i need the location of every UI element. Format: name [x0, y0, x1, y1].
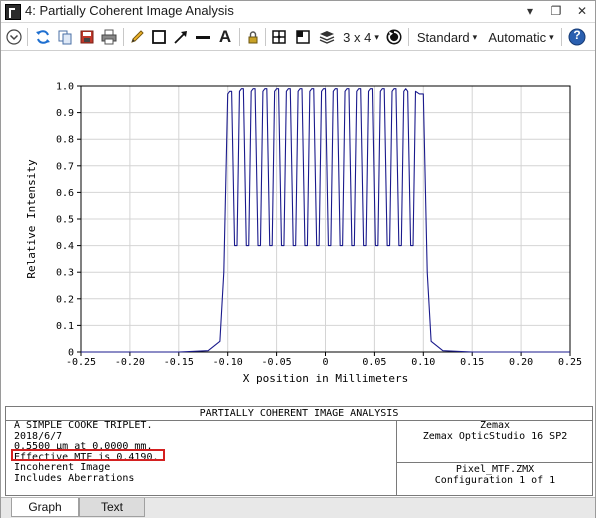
x-tick-label: 0.25: [558, 357, 582, 368]
info-line: Incoherent Image: [14, 462, 111, 473]
info-vendor: Zemax: [479, 420, 511, 431]
layout-select[interactable]: 3 x 4 ▾: [341, 27, 381, 47]
automatic-dropdown[interactable]: Automatic ▾: [485, 27, 557, 47]
auto-apply-icon[interactable]: [384, 27, 404, 47]
y-tick-label: 1.0: [56, 82, 74, 93]
tab-bar: Graph Text: [1, 497, 595, 518]
chevron-down-icon: ▾: [374, 31, 379, 42]
info-panel: PARTIALLY COHERENT IMAGE ANALYSIS A SIMP…: [5, 406, 593, 496]
app-icon: [5, 4, 21, 20]
title-bar: 4: Partially Coherent Image Analysis ▾ ❐…: [1, 1, 595, 23]
window-title: 4: Partially Coherent Image Analysis: [25, 3, 234, 18]
window-layout-icon[interactable]: [293, 27, 313, 47]
y-tick-label: 0.9: [56, 108, 74, 119]
y-tick-label: 0: [68, 348, 74, 359]
toolbar: A 3 x 4 ▾ Standard ▾ Automatic ▾ ?: [1, 23, 595, 51]
info-configuration: Configuration 1 of 1: [434, 474, 556, 486]
x-tick-label: 0: [322, 357, 328, 368]
line-icon[interactable]: [193, 27, 213, 47]
arrow-icon[interactable]: [171, 27, 191, 47]
restore-button[interactable]: ❐: [545, 2, 567, 20]
x-tick-label: -0.10: [213, 357, 243, 368]
y-tick-label: 0.7: [56, 161, 74, 172]
chevron-down-icon: ▾: [472, 31, 478, 42]
x-tick-label: -0.05: [262, 357, 292, 368]
standard-dropdown[interactable]: Standard ▾: [413, 27, 481, 47]
settings-dropdown-icon[interactable]: [5, 27, 23, 47]
print-icon[interactable]: [99, 27, 119, 47]
x-tick-label: 0.20: [509, 357, 533, 368]
y-tick-label: 0.4: [56, 241, 74, 252]
x-tick-label: 0.10: [411, 357, 435, 368]
tab-graph[interactable]: Graph: [11, 498, 79, 517]
refresh-icon[interactable]: [33, 27, 53, 47]
info-line: A SIMPLE COOKE TRIPLET.: [14, 420, 153, 431]
tab-text[interactable]: Text: [79, 498, 145, 517]
y-tick-label: 0.1: [56, 321, 74, 332]
layout-select-label: 3 x 4: [343, 29, 372, 45]
save-icon[interactable]: [77, 27, 97, 47]
analysis-window: 4: Partially Coherent Image Analysis ▾ ❐…: [0, 0, 596, 518]
x-tick-label: -0.15: [164, 357, 194, 368]
y-tick-label: 0.6: [56, 188, 74, 199]
grid-icon[interactable]: [269, 27, 289, 47]
info-filename: Pixel_MTF.ZMX: [455, 464, 535, 475]
chevron-down-icon: ▾: [549, 31, 554, 42]
x-tick-label: -0.25: [66, 357, 96, 368]
y-axis-label: Relative Intensity: [25, 159, 38, 279]
info-divider: [396, 421, 397, 495]
lock-icon[interactable]: [243, 27, 263, 47]
y-tick-label: 0.3: [56, 268, 74, 279]
chart-grid: [80, 85, 571, 353]
info-right-top: Zemax Zemax OpticStudio 16 SP2: [398, 420, 592, 442]
x-tick-label: 0.05: [362, 357, 386, 368]
pencil-icon[interactable]: [127, 27, 147, 47]
info-title: PARTIALLY COHERENT IMAGE ANALYSIS: [6, 407, 592, 421]
layers-icon[interactable]: [317, 27, 337, 47]
x-axis-label: X position in Millimeters: [243, 372, 409, 385]
copy-icon[interactable]: [55, 27, 75, 47]
standard-dropdown-label: Standard: [416, 29, 470, 45]
pin-menu-button[interactable]: ▾: [519, 2, 541, 20]
y-tick-label: 0.5: [56, 215, 74, 226]
info-right-bottom: Pixel_MTF.ZMX Configuration 1 of 1: [398, 464, 592, 486]
plot-area: -0.25 -0.20 -0.15 -0.10 -0.05 0 0.05 0.10 0.15 0.…: [1, 51, 595, 405]
info-divider: [396, 462, 592, 463]
text-tool-icon[interactable]: A: [215, 27, 235, 47]
x-tick-label: 0.15: [460, 357, 484, 368]
info-product: Zemax OpticStudio 16 SP2: [422, 430, 568, 442]
help-label: ?: [573, 28, 581, 42]
y-tick-label: 0.8: [56, 135, 74, 146]
x-tick-label: -0.20: [115, 357, 145, 368]
y-tick-label: 0.2: [56, 294, 74, 305]
intensity-chart: -0.25 -0.20 -0.15 -0.10 -0.05 0 0.05 0.10 0.15 0.…: [25, 82, 582, 386]
mtf-highlight-box: [11, 449, 165, 461]
info-line: Includes Aberrations: [14, 472, 135, 484]
automatic-dropdown-label: Automatic: [488, 29, 547, 45]
close-button[interactable]: ✕: [571, 2, 593, 20]
rectangle-icon[interactable]: [149, 27, 169, 47]
help-icon[interactable]: ?: [567, 27, 587, 47]
